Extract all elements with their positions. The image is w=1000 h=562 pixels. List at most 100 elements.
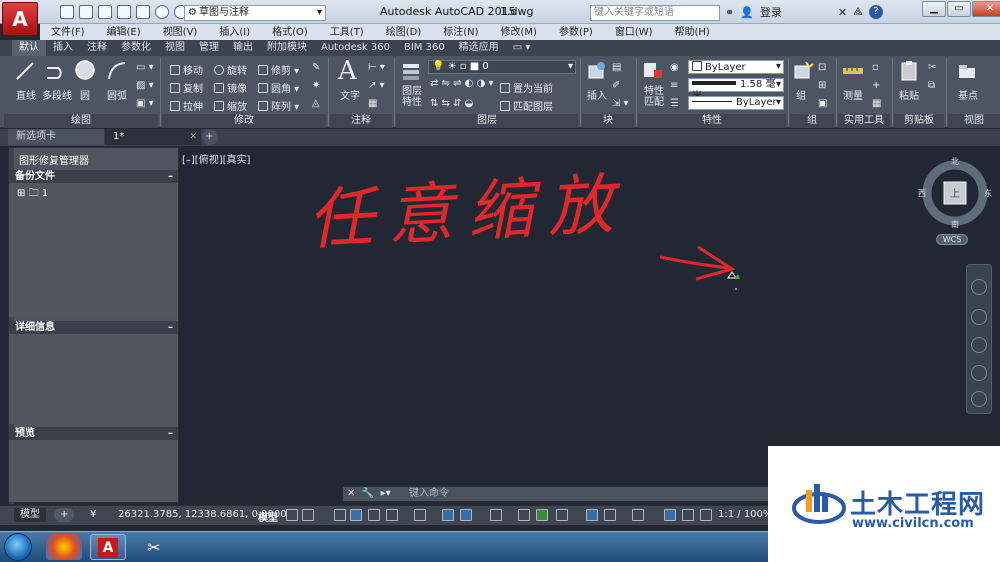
layout-menu-icon[interactable]: ¥ [84,508,102,522]
hatch-icon[interactable]: ▨ ▾ [136,80,154,91]
sign-in-link[interactable]: 登录 [760,4,782,20]
lineweight-toggle-icon[interactable] [490,509,502,521]
group-icon[interactable] [792,60,814,82]
circle-icon[interactable] [74,59,96,81]
ribbon-tab[interactable]: Autodesk 360 [314,40,397,56]
grid-icon[interactable] [286,509,298,521]
ribbon-tab[interactable]: 注释 [80,40,114,56]
annotation-scale-icon[interactable] [700,509,712,521]
menu-item[interactable]: 格式(O) [261,24,319,40]
showmotion-icon[interactable] [971,391,987,407]
lineweight-dropdown[interactable]: 1.58 毫米 [688,78,784,102]
stretch-button[interactable]: 拉伸 [170,98,203,113]
isometric-icon[interactable] [414,509,426,521]
menu-item[interactable]: 修改(M) [490,24,548,40]
menu-item[interactable]: 绘图(D) [375,24,433,40]
mirror-button[interactable]: 镜像 [214,80,247,95]
autodesk-app-icon[interactable]: ⟁ [853,5,863,19]
snipping-tool-taskbar-icon[interactable]: ✂ [136,534,172,560]
menu-item[interactable]: 帮助(H) [664,24,721,40]
layer-properties-label[interactable]: 图层 特性 [402,86,422,108]
workspace-dropdown[interactable]: 草图与注释 [184,5,326,21]
table-icon[interactable]: ▦ [368,98,377,109]
arc-tool-label[interactable]: 圆弧 [107,87,127,102]
print-icon[interactable] [136,5,150,19]
selection-filter-icon[interactable] [604,509,616,521]
trim-button[interactable]: 修剪 ▾ [258,62,299,77]
match-properties-label[interactable]: 特性 匹配 [644,86,664,108]
help-button[interactable]: ? [868,5,883,19]
arc-icon[interactable] [106,60,128,82]
ungroup-icon[interactable]: ⊡ [818,62,826,73]
groups-panel-title[interactable]: 组 [790,114,834,128]
linetype-icon[interactable]: ☰ [670,98,679,109]
orbit-icon[interactable] [971,365,987,381]
quick-select-icon[interactable]: ▫ [872,62,879,73]
block-panel-title[interactable]: 块 [582,114,634,128]
create-block-icon[interactable]: ▤ [612,62,621,73]
array-button[interactable]: 阵列 ▾ [258,98,299,113]
layer-tools-row1[interactable]: ⇄ ⇋ ⇌ ◐ ◑ ▾ [430,78,494,89]
ribbon-tab[interactable]: 参数化 [114,40,158,56]
backup-files-header[interactable]: 备份文件 – [9,170,178,183]
chrome-taskbar-icon[interactable] [46,534,82,560]
3d-osnap-icon[interactable] [556,509,568,521]
viewport-controls[interactable]: [–][俯视][真实] [182,151,250,166]
expand-icon[interactable]: ⊞ [17,188,25,199]
scale-button[interactable]: 缩放 [214,98,247,113]
menu-item[interactable]: 标注(N) [432,24,489,40]
group-label[interactable]: 组 [796,87,806,102]
menu-item[interactable]: 插入(I) [208,24,261,40]
copy-clip-icon[interactable]: ⧉ [928,80,935,91]
add-tab-button[interactable]: + [202,129,218,145]
object-snap-icon[interactable] [460,509,472,521]
pan-icon[interactable] [971,309,987,325]
close-command-icon[interactable]: ✕ [347,488,355,499]
save-icon[interactable] [98,5,112,19]
layer-tools-row2[interactable]: ⇅ ⇆ ⇵ ◒ [430,98,473,109]
collapse-icon[interactable]: – [168,170,173,183]
region-icon[interactable]: ▣ ▾ [136,98,154,109]
exchange-icon[interactable]: ✕ [838,6,847,19]
copy-button[interactable]: 复制 [170,80,203,95]
ortho-icon[interactable] [368,509,380,521]
menu-item[interactable]: 视图(V) [152,24,209,40]
ribbon-tab[interactable]: 插入 [46,40,80,56]
zoom-extents-icon[interactable] [971,337,987,353]
search-input[interactable]: 键入关键字或短语 [590,5,720,21]
compass-south[interactable]: 南 [951,219,959,229]
group-select-icon[interactable]: ▣ [818,98,827,109]
file-tab-new[interactable]: 新选项卡 [8,129,104,145]
polyline-icon[interactable] [44,60,66,82]
selection-cycling-icon[interactable] [536,509,548,521]
line-tool-label[interactable]: 直线 [16,87,36,102]
collapse-icon[interactable]: – [168,427,173,440]
draw-panel-title[interactable]: 绘图 [4,114,158,128]
text-tool-label[interactable]: 文字 [340,87,360,102]
explode-icon[interactable]: ✷ [312,80,320,91]
paste-icon[interactable] [898,60,920,82]
file-tab-1[interactable]: 1* ✕ [105,129,201,145]
close-button[interactable]: ✕ [972,1,1000,17]
object-snap-tracking-icon[interactable] [442,509,454,521]
undo-icon[interactable] [155,5,169,19]
annotation-visibility-icon[interactable] [664,509,676,521]
dynamic-input-icon[interactable] [350,509,362,521]
layer-dropdown[interactable]: 💡 ☀ ▫ ■ 0 [428,60,576,74]
collapse-icon[interactable]: – [168,321,173,334]
annotation-panel-title[interactable]: 注释 [330,114,392,128]
clipboard-panel-title[interactable]: 剪贴板 [894,114,944,128]
ribbon-tab[interactable]: 默认 [12,40,46,56]
ribbon-tab[interactable]: 视图 [158,40,192,56]
auto-scale-icon[interactable] [682,509,694,521]
menu-item[interactable]: 参数(P) [548,24,604,40]
menu-item[interactable]: 编辑(E) [96,24,152,40]
move-button[interactable]: 移动 [170,62,203,77]
modify-panel-title[interactable]: 修改 [162,114,326,128]
ribbon-tab[interactable]: 精选应用 [452,40,506,56]
model-space-button[interactable]: 模型 [258,509,278,524]
text-icon[interactable]: A [338,56,357,86]
rectangle-icon[interactable]: ▭ ▾ [136,62,154,73]
open-file-icon[interactable] [79,5,93,19]
customize-icon[interactable]: 🔧 [362,488,374,499]
